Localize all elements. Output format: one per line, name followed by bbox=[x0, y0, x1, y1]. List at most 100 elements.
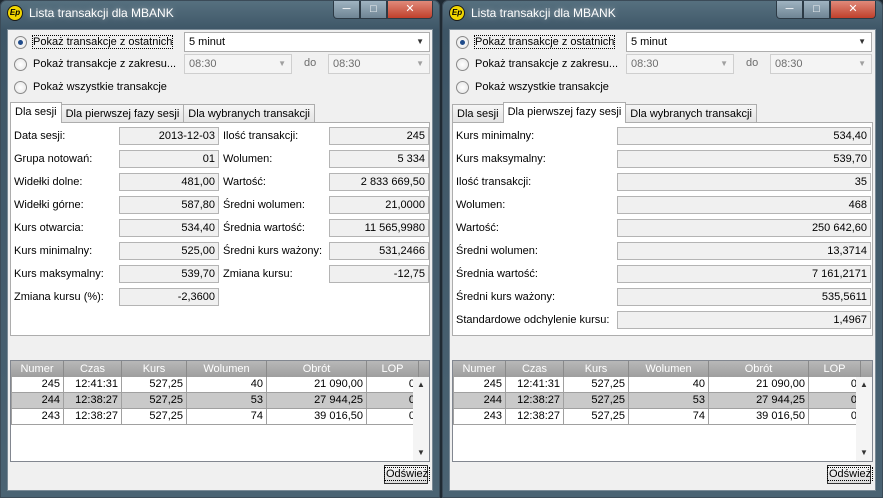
radio-show-all[interactable]: Pokaż wszystkie transakcje bbox=[14, 78, 167, 96]
column-header[interactable]: Wolumen bbox=[629, 361, 709, 377]
chevron-down-icon[interactable]: ▼ bbox=[720, 55, 728, 73]
field-label: Średni kurs ważony: bbox=[456, 291, 556, 303]
field-label: Kurs minimalny: bbox=[14, 245, 93, 257]
radio-show-last[interactable]: Pokaż transakcje z ostatnich bbox=[456, 33, 616, 51]
column-header[interactable]: Kurs bbox=[564, 361, 629, 377]
column-header[interactable]: LOP bbox=[809, 361, 861, 377]
tab-session[interactable]: Dla sesji bbox=[452, 104, 504, 123]
refresh-button[interactable]: Odśwież bbox=[383, 465, 431, 484]
column-header[interactable]: Obrót bbox=[709, 361, 809, 377]
field-label: Wolumen: bbox=[223, 153, 273, 165]
range-from-select[interactable]: 08:30 ▼ bbox=[626, 54, 734, 74]
field-value: 5 334 bbox=[329, 150, 429, 168]
first-phase-stats-panel: Kurs minimalny: 534,40 Kurs maksymalny: … bbox=[452, 122, 873, 336]
range-from-value: 08:30 bbox=[189, 58, 217, 70]
radio-show-all-label: Pokaż wszystkie transakcje bbox=[33, 81, 167, 93]
radio-button-icon[interactable] bbox=[14, 80, 27, 94]
range-to-value: 08:30 bbox=[775, 58, 803, 70]
close-icon[interactable]: ✕ bbox=[830, 1, 876, 19]
tab-strip: Dla sesji Dla pierwszej fazy sesji Dla w… bbox=[452, 102, 757, 123]
column-header[interactable]: LOP bbox=[367, 361, 419, 377]
tab-selected-transactions[interactable]: Dla wybranych transakcji bbox=[183, 104, 315, 123]
field-value: 481,00 bbox=[119, 173, 219, 191]
field-label: Średni wolumen: bbox=[223, 199, 305, 211]
radio-show-all[interactable]: Pokaż wszystkie transakcje bbox=[456, 78, 609, 96]
maximize-icon[interactable]: □ bbox=[803, 1, 830, 19]
chevron-down-icon[interactable]: ▼ bbox=[416, 55, 424, 73]
minimize-icon[interactable]: ─ bbox=[333, 1, 360, 19]
field-label: Wolumen: bbox=[456, 199, 506, 211]
chevron-down-icon[interactable]: ▼ bbox=[416, 33, 424, 51]
cell-number: 243 bbox=[11, 409, 64, 425]
arrow-up-icon[interactable]: ▲ bbox=[413, 377, 429, 393]
cell-volume: 40 bbox=[187, 377, 267, 393]
cell-time: 12:38:27 bbox=[64, 393, 122, 409]
field-value: 534,40 bbox=[617, 127, 871, 145]
radio-button-icon[interactable] bbox=[456, 80, 469, 94]
tab-strip: Dla sesji Dla pierwszej fazy sesji Dla w… bbox=[10, 102, 315, 123]
range-from-select[interactable]: 08:30 ▼ bbox=[184, 54, 292, 74]
tab-first-phase[interactable]: Dla pierwszej fazy sesji bbox=[502, 102, 627, 123]
field-value: 1,4967 bbox=[617, 311, 871, 329]
minimize-icon[interactable]: ─ bbox=[776, 1, 803, 19]
field-label: Kurs maksymalny: bbox=[14, 268, 104, 280]
radio-button-icon[interactable] bbox=[456, 57, 469, 71]
tab-selected-transactions[interactable]: Dla wybranych transakcji bbox=[625, 104, 757, 123]
cell-lop: 0 bbox=[367, 377, 419, 393]
arrow-up-icon[interactable]: ▲ bbox=[856, 377, 872, 393]
title-bar[interactable]: Ep Lista transakcji dla MBANK ─ □ ✕ bbox=[1, 1, 439, 25]
column-header[interactable]: Numer bbox=[11, 361, 64, 377]
field-label: Średni kurs ważony: bbox=[223, 245, 323, 257]
range-to-select[interactable]: 08:30 ▼ bbox=[328, 54, 430, 74]
transactions-table[interactable]: Numer Czas Kurs Wolumen Obrót LOP 245 12… bbox=[10, 360, 430, 462]
cell-turnover: 21 090,00 bbox=[709, 377, 809, 393]
column-header[interactable]: Obrót bbox=[267, 361, 367, 377]
column-header[interactable]: Kurs bbox=[122, 361, 187, 377]
radio-show-last[interactable]: Pokaż transakcje z ostatnich bbox=[14, 33, 174, 51]
last-period-select[interactable]: 5 minut ▼ bbox=[184, 32, 430, 52]
radio-button-icon[interactable] bbox=[14, 57, 27, 71]
column-header[interactable]: Czas bbox=[506, 361, 564, 377]
cell-volume: 74 bbox=[187, 409, 267, 425]
field-value: 21,0000 bbox=[329, 196, 429, 214]
chevron-down-icon[interactable]: ▼ bbox=[278, 55, 286, 73]
cell-time: 12:41:31 bbox=[506, 377, 564, 393]
arrow-down-icon[interactable]: ▼ bbox=[413, 445, 429, 461]
last-period-value: 5 minut bbox=[631, 36, 668, 48]
maximize-icon[interactable]: □ bbox=[360, 1, 387, 19]
transactions-table[interactable]: Numer Czas Kurs Wolumen Obrót LOP 245 12… bbox=[452, 360, 873, 462]
chevron-down-icon[interactable]: ▼ bbox=[858, 55, 866, 73]
chevron-down-icon[interactable]: ▼ bbox=[858, 33, 866, 51]
column-header[interactable]: Wolumen bbox=[187, 361, 267, 377]
field-value: 01 bbox=[119, 150, 219, 168]
tab-session[interactable]: Dla sesji bbox=[10, 102, 62, 123]
field-label: Grupa notowań: bbox=[14, 153, 93, 165]
caption-buttons: ─ □ ✕ bbox=[333, 1, 433, 19]
range-to-select[interactable]: 08:30 ▼ bbox=[770, 54, 872, 74]
title-bar[interactable]: Ep Lista transakcji dla MBANK ─ □ ✕ bbox=[443, 1, 882, 25]
vertical-scrollbar[interactable]: ▲ ▼ bbox=[413, 377, 429, 461]
field-label: Kurs maksymalny: bbox=[456, 153, 546, 165]
tab-first-phase[interactable]: Dla pierwszej fazy sesji bbox=[60, 104, 185, 123]
radio-show-last-label: Pokaż transakcje z ostatnich bbox=[473, 35, 616, 49]
radio-show-range-label: Pokaż transakcje z zakresu... bbox=[475, 58, 619, 70]
vertical-scrollbar[interactable]: ▲ ▼ bbox=[856, 377, 872, 461]
refresh-button[interactable]: Odśwież bbox=[826, 465, 874, 484]
field-value: 13,3714 bbox=[617, 242, 871, 260]
field-label: Kurs otwarcia: bbox=[14, 222, 84, 234]
last-period-select[interactable]: 5 minut ▼ bbox=[626, 32, 872, 52]
radio-button-icon[interactable] bbox=[456, 35, 469, 49]
column-header[interactable]: Czas bbox=[64, 361, 122, 377]
table-header: Numer Czas Kurs Wolumen Obrót LOP bbox=[453, 361, 872, 377]
field-value: 7 161,2171 bbox=[617, 265, 871, 283]
cell-time: 12:38:27 bbox=[506, 409, 564, 425]
radio-show-range[interactable]: Pokaż transakcje z zakresu... bbox=[14, 55, 176, 73]
radio-show-range-label: Pokaż transakcje z zakresu... bbox=[33, 58, 177, 70]
cell-lop: 0 bbox=[367, 393, 419, 409]
close-icon[interactable]: ✕ bbox=[387, 1, 433, 19]
radio-show-range[interactable]: Pokaż transakcje z zakresu... bbox=[456, 55, 618, 73]
arrow-down-icon[interactable]: ▼ bbox=[856, 445, 872, 461]
field-value: 468 bbox=[617, 196, 871, 214]
column-header[interactable]: Numer bbox=[453, 361, 506, 377]
radio-button-icon[interactable] bbox=[14, 35, 27, 49]
